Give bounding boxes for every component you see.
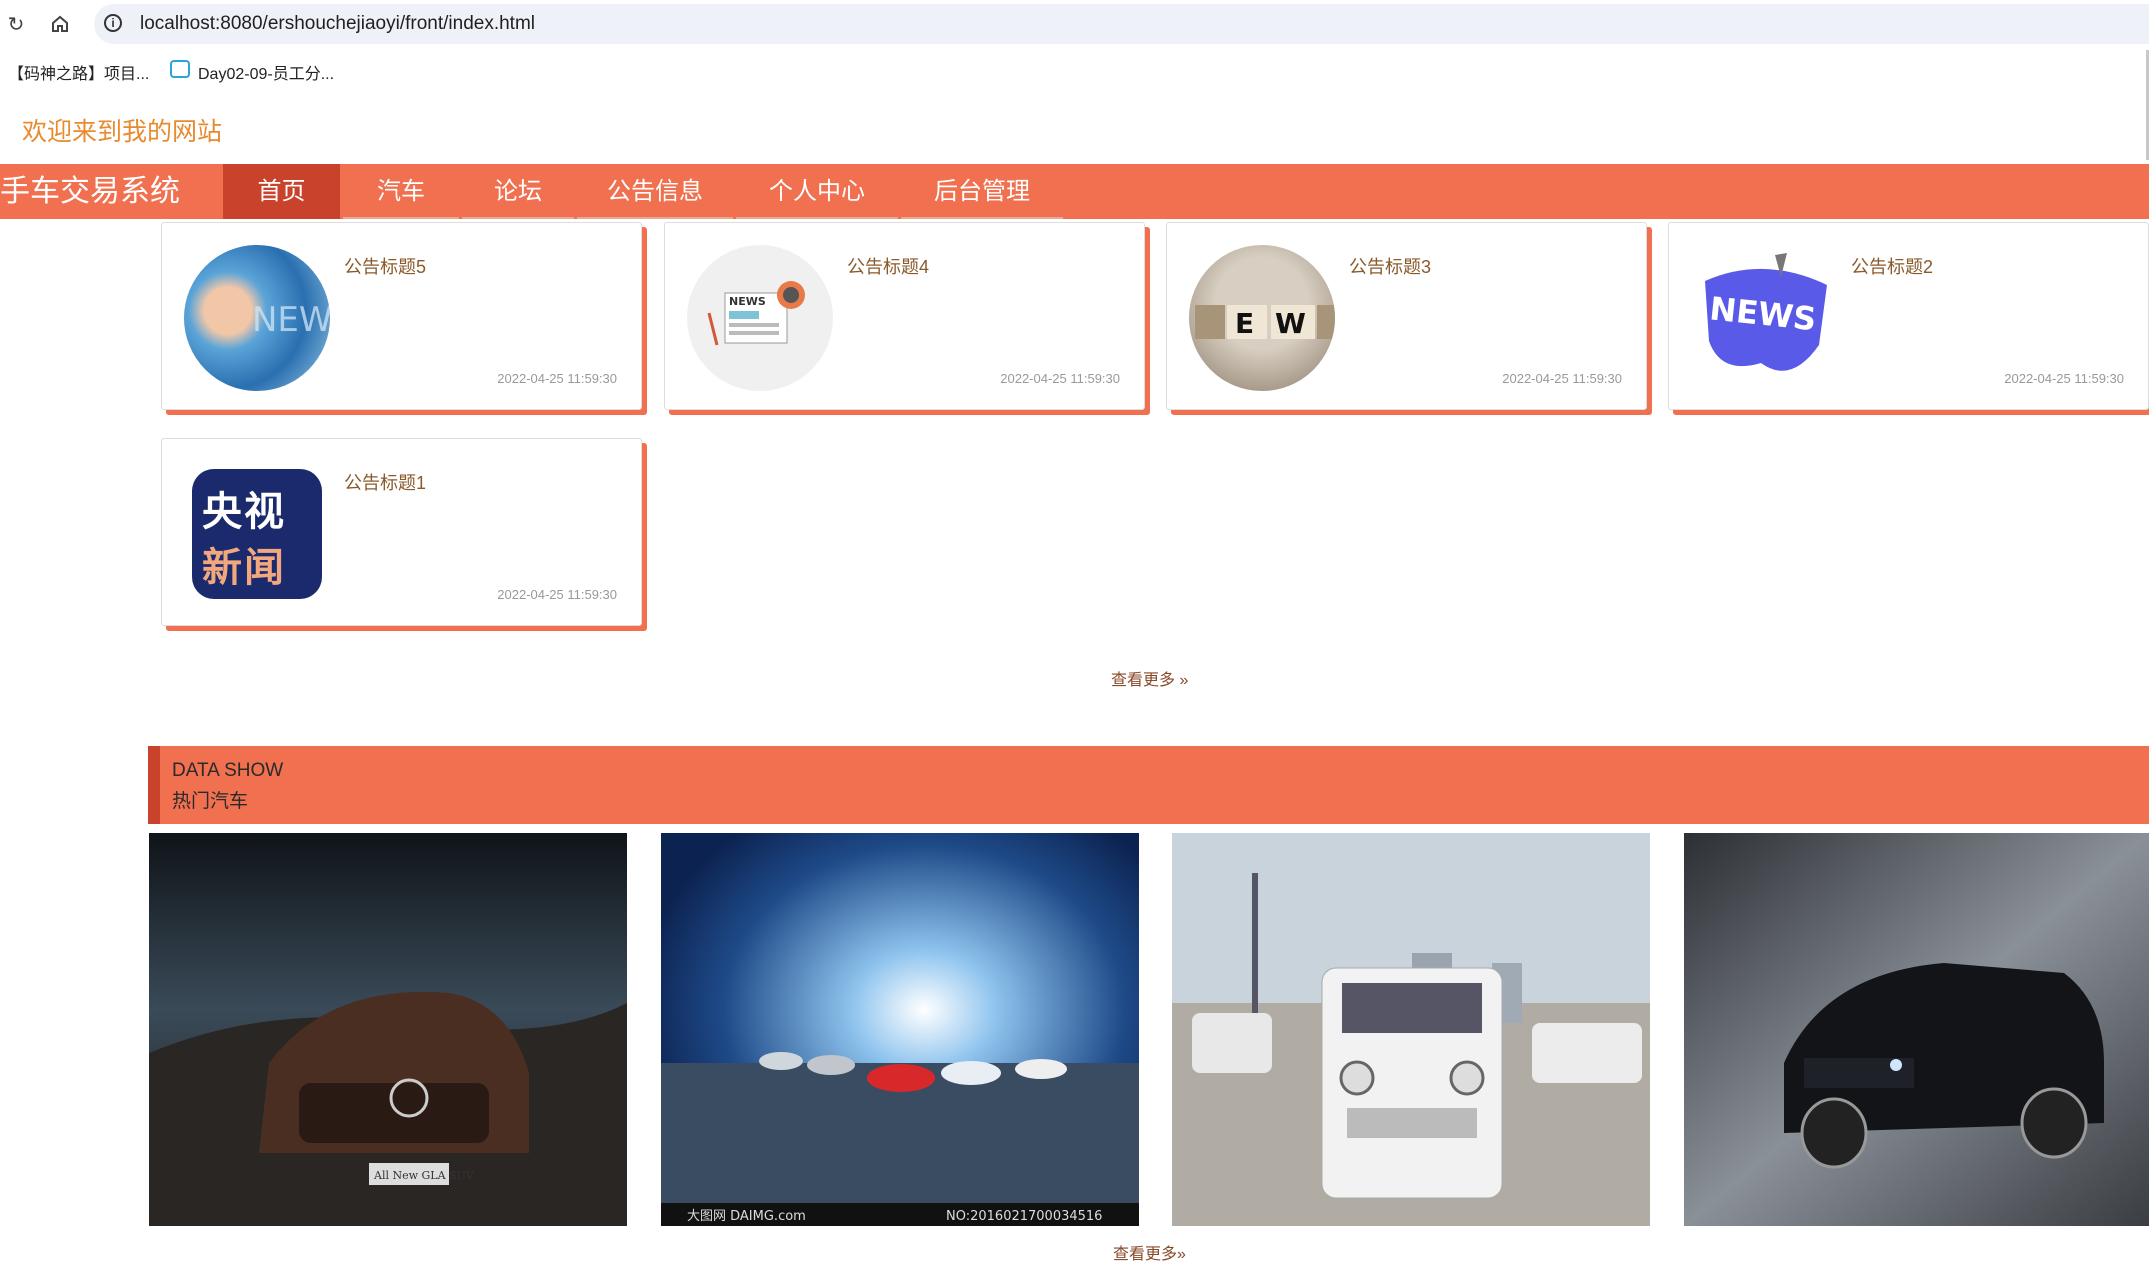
letter-block-w: W xyxy=(1275,307,1306,340)
cctv-news-logo: 央视 新闻 xyxy=(184,461,330,607)
home-icon[interactable] xyxy=(48,12,72,36)
notice-title[interactable]: 公告标题1 xyxy=(344,469,426,495)
bookmark-item[interactable]: Day02-09-员工分... xyxy=(198,60,334,84)
car-plate-text: All New GLA SUV xyxy=(373,1169,475,1182)
blue-news-3d-image: NEWS xyxy=(1691,245,1837,391)
notice-date: 2022-04-25 11:59:30 xyxy=(497,587,617,602)
nav-personal-center[interactable]: 个人中心 xyxy=(736,164,898,219)
car-image[interactable] xyxy=(1172,833,1650,1226)
letter-block-e: E xyxy=(1235,307,1254,340)
notice-title[interactable]: 公告标题5 xyxy=(344,253,426,279)
site-info-icon[interactable]: i xyxy=(104,14,122,32)
notice-card[interactable]: NEWS 公告标题5 2022-04-25 11:59:30 xyxy=(161,222,642,410)
newspaper-title-text: NEWS xyxy=(729,295,766,308)
notice-title[interactable]: 公告标题3 xyxy=(1349,253,1431,279)
bookmarks-bar: 【码神之路】项目... Day02-09-员工分... xyxy=(0,54,2149,88)
bookmark-item[interactable]: 【码神之路】项目... xyxy=(8,60,149,84)
notice-card[interactable]: NEWS 公告标题4 2022-04-25 11:59:30 xyxy=(664,222,1145,410)
section-title-zh: 热门汽车 xyxy=(172,791,249,812)
newspaper-news-image: NEWS xyxy=(687,245,833,391)
nav-notices[interactable]: 公告信息 xyxy=(577,164,733,219)
url-field[interactable]: i localhost:8080/ershouchejiaoyi/front/i… xyxy=(94,4,2149,44)
url-text[interactable]: localhost:8080/ershouchejiaoyi/front/ind… xyxy=(140,13,535,35)
car-image[interactable]: All New GLA SUV xyxy=(149,833,627,1226)
nav-forum[interactable]: 论坛 xyxy=(462,164,574,219)
main-navbar: 手车交易系统 首页 汽车 论坛 公告信息 个人中心 后台管理 xyxy=(0,164,2149,219)
notice-date: 2022-04-25 11:59:30 xyxy=(1502,371,1622,386)
section-accent xyxy=(148,746,160,824)
notice-card[interactable]: 央视 新闻 公告标题1 2022-04-25 11:59:30 xyxy=(161,438,642,626)
notice-title[interactable]: 公告标题2 xyxy=(1851,253,1933,279)
notice-title[interactable]: 公告标题4 xyxy=(847,253,929,279)
notice-date: 2022-04-25 11:59:30 xyxy=(497,371,617,386)
image-watermark-right: NO:20160217000345​16 xyxy=(946,1209,1102,1224)
reload-icon[interactable]: ↻ xyxy=(4,12,28,36)
site-brand[interactable]: 手车交易系统 xyxy=(0,164,180,219)
notice-card[interactable]: E W 公告标题3 2022-04-25 11:59:30 xyxy=(1166,222,1647,410)
cctv-logo-line1: 央视 xyxy=(202,490,286,534)
car-image[interactable]: 大图网 DAIMG.com NO:20160217000345​16 xyxy=(661,833,1139,1226)
cars-more-link[interactable]: 查看更多» xyxy=(1113,1240,1186,1264)
image-watermark-left: 大图网 DAIMG.com xyxy=(687,1209,806,1224)
nav-cars[interactable]: 汽车 xyxy=(343,164,459,219)
notice-more-link[interactable]: 查看更多 » xyxy=(1111,666,1188,690)
letter-blocks-news-image: E W xyxy=(1189,245,1335,391)
globe-news-image: NEWS xyxy=(184,245,330,391)
notice-date: 2022-04-25 11:59:30 xyxy=(1000,371,1120,386)
welcome-text: 欢迎来到我的网站 xyxy=(22,118,223,146)
cctv-logo-line2: 新闻 xyxy=(202,546,286,590)
bilibili-icon xyxy=(170,60,190,78)
section-header: DATA SHOW 热门汽车 xyxy=(148,746,2149,824)
browser-address-bar: ↻ i localhost:8080/ershouchejiaoyi/front… xyxy=(0,0,2149,48)
nav-home[interactable]: 首页 xyxy=(223,164,340,219)
notice-card[interactable]: NEWS 公告标题2 2022-04-25 11:59:30 xyxy=(1668,222,2149,410)
car-image[interactable] xyxy=(1684,833,2149,1226)
nav-admin[interactable]: 后台管理 xyxy=(901,164,1063,219)
section-title-en: DATA SHOW xyxy=(172,760,284,781)
news-watermark-text: NEWS xyxy=(252,300,330,340)
notice-date: 2022-04-25 11:59:30 xyxy=(2004,371,2124,386)
